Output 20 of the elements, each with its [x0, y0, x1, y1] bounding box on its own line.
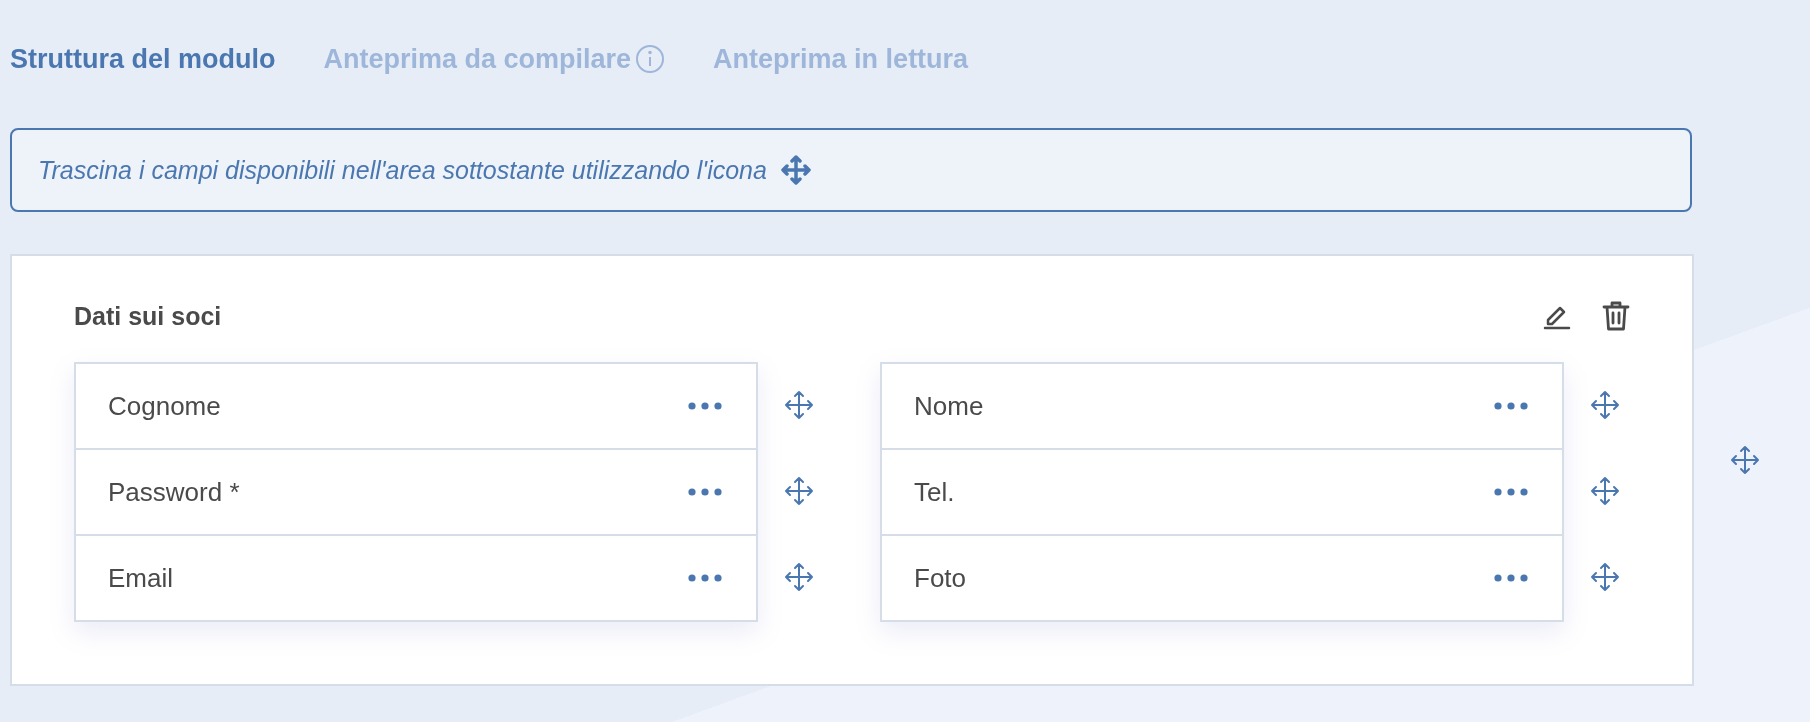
field-label: Password * — [108, 476, 240, 508]
field-label: Tel. — [914, 476, 955, 508]
move-icon[interactable] — [1590, 562, 1620, 592]
move-icon[interactable] — [1590, 476, 1620, 506]
field-label: Email — [108, 562, 173, 594]
move-icon[interactable] — [1730, 445, 1760, 475]
delete-button[interactable] — [1602, 300, 1630, 332]
tab[interactable]: Struttura del modulo — [10, 44, 276, 75]
hint-text: Trascina i campi disponibili nell'area sottostante utilizzando l'icona — [38, 155, 767, 185]
move-icon — [780, 155, 811, 185]
section-title: Dati sui soci — [74, 301, 222, 331]
field-label: Nome — [914, 390, 984, 422]
tab[interactable]: Anteprima da compilare — [323, 44, 666, 75]
move-icon[interactable] — [784, 562, 814, 592]
tab[interactable]: Anteprima in lettura — [713, 44, 969, 75]
field-label: Foto — [914, 562, 967, 594]
move-icon[interactable] — [784, 476, 814, 506]
field-label: Cognome — [108, 390, 221, 422]
move-icon[interactable] — [784, 390, 814, 420]
move-icon[interactable] — [1590, 390, 1620, 420]
